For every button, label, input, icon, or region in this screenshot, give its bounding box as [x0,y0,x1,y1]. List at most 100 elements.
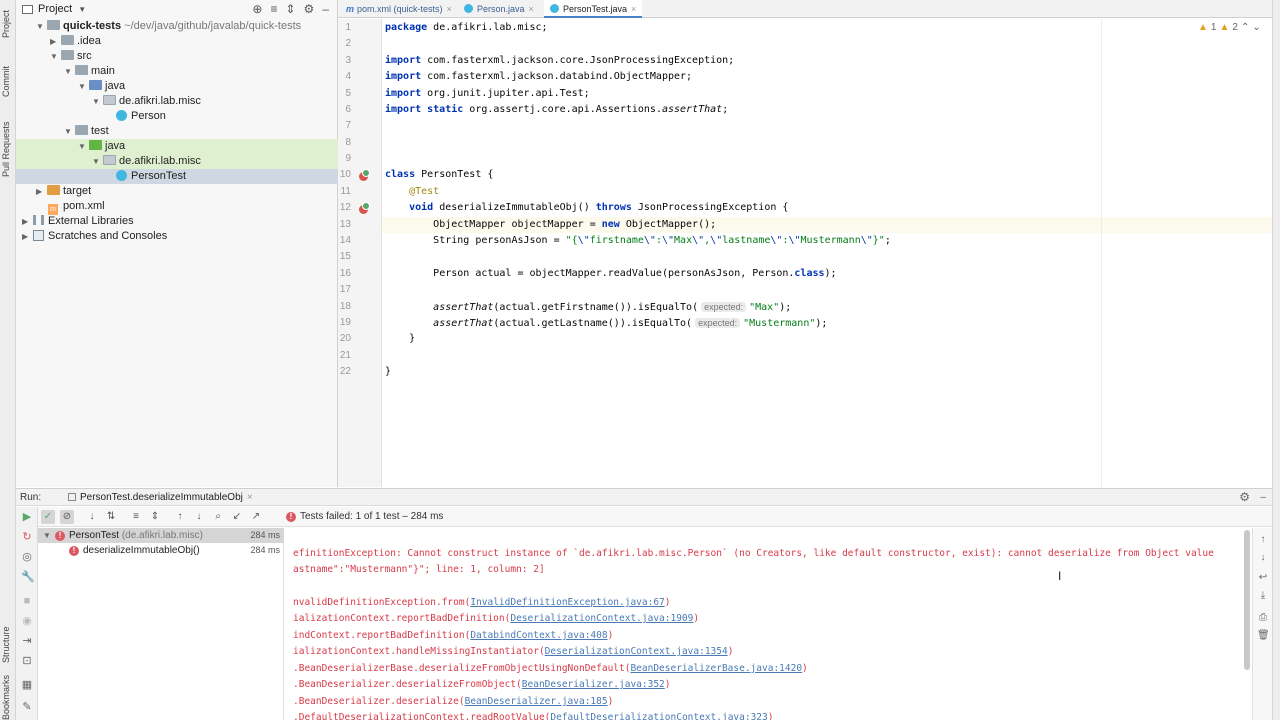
stop-icon[interactable]: ■ [21,595,33,607]
inspection-widget[interactable]: ▲ 1 ▲ 2 ⌃ ⌄ [1198,22,1261,33]
folder-icon [75,65,88,75]
more-icon[interactable]: ✎ [21,701,33,713]
scroll-to-end-icon[interactable]: ⤓ [1257,590,1269,602]
tool-tab-bookmarks[interactable]: Bookmarks [1,675,15,720]
source-link[interactable]: BeanDeserializer.java:185 [465,696,608,707]
next-failed-icon[interactable]: ↓ [192,510,206,524]
tree-row-test-package[interactable]: ▼ de.afikri.lab.misc [16,154,338,169]
run-label: Run: [20,492,42,503]
rerun-failed-icon[interactable]: ↻ [21,531,33,543]
collapse-all-icon[interactable]: ⇕ [148,510,162,524]
console-output[interactable]: efinitionException: Cannot construct ins… [284,528,1246,720]
sort-by-duration-icon[interactable]: ⇅ [104,510,118,524]
wrench-icon[interactable]: 🔧 [21,571,35,583]
history-icon[interactable]: ⌕ [211,510,225,524]
source-link[interactable]: DeserializationContext.java:1909 [510,613,693,624]
collapse-all-icon[interactable]: ⇕ [285,2,295,16]
chevron-down-icon[interactable]: ⌄ [1252,22,1260,33]
close-icon[interactable]: × [631,4,636,14]
tree-row-main[interactable]: ▼ main [16,64,338,79]
trash-icon[interactable]: 🗑 [1257,630,1270,642]
code-line: @Test [409,186,440,197]
expand-all-icon[interactable]: ≡ [270,2,277,16]
code-line: Person actual = objectMapper.readValue(p… [433,268,837,279]
run-test-gutter-icon[interactable] [359,202,370,214]
tree-row-quick-tests[interactable]: ▼ quick-tests ~/dev/java/github/javalab/… [16,19,338,34]
export-icon[interactable]: ↗ [249,510,263,524]
tree-row-external-libraries[interactable]: ▶ External Libraries [16,214,338,229]
tree-row-pom[interactable]: m pom.xml [16,199,338,215]
tree-row-main-java[interactable]: ▼ java [16,79,338,94]
gear-icon[interactable]: ⚙ [1239,489,1250,506]
tab-persontest-java[interactable]: PersonTest.java × [544,0,643,18]
line-number: 19 [339,317,351,328]
chevron-down-icon[interactable]: ▼ [78,5,86,14]
tree-row-idea[interactable]: ▶ .idea [16,34,338,49]
print-icon[interactable]: ⎙ [1257,612,1269,624]
show-ignored-icon[interactable]: ⊘ [60,510,74,524]
console-line: efinitionException: Cannot construct ins… [293,548,1214,559]
tool-tab-pull-requests[interactable]: Pull Requests [1,118,15,180]
chevron-up-icon[interactable]: ⌃ [1241,22,1249,33]
run-tab[interactable]: PersonTest.deserializeImmutableObj × [62,489,253,506]
source-link[interactable]: DeserializationContext.java:1354 [545,646,728,657]
line-number: 1 [345,22,351,33]
previous-failed-icon[interactable]: ↑ [173,510,187,524]
tree-row-src[interactable]: ▼ src [16,49,338,64]
stack-frame: .BeanDeserializerBase.deserializeFromObj… [293,663,808,674]
folder-icon [61,50,74,60]
camera-icon[interactable]: ◉ [21,615,33,627]
locate-icon[interactable]: ⊕ [252,2,262,16]
run-config-icon [68,493,76,501]
source-link[interactable]: BeanDeserializer.java:352 [522,679,665,690]
source-link[interactable]: DefaultDeserializationContext.java:323 [550,712,767,720]
line-number: 3 [345,55,351,66]
tool-tab-project[interactable]: Project [1,4,15,44]
tree-row-test-java[interactable]: ▼ java [16,139,338,154]
tree-row-person[interactable]: Person [16,109,338,124]
tab-person-java[interactable]: Person.java × [458,0,540,18]
hide-icon[interactable]: – [322,2,329,16]
maven-icon: m [346,4,355,14]
stack-frame: ializationContext.handleMissingInstantia… [293,646,734,657]
source-link[interactable]: DatabindContext.java:408 [470,630,607,641]
gear-icon[interactable]: ⚙ [304,2,315,16]
line-number: 12 [339,202,351,213]
code-editor[interactable]: package de.afikri.lab.misc; import com.f… [382,19,1272,487]
run-test-gutter-icon[interactable] [359,169,370,181]
tree-row-test[interactable]: ▼ test [16,124,338,139]
import-tests-icon[interactable]: ↙ [230,510,244,524]
restore-layout-icon[interactable]: ⊡ [21,655,33,667]
sort-alphabetically-icon[interactable]: ↓ [85,510,99,524]
expand-all-icon[interactable]: ≡ [129,510,143,524]
tree-row-main-package[interactable]: ▼ de.afikri.lab.misc [16,94,338,109]
tree-row-persontest[interactable]: PersonTest [16,169,338,184]
tool-tab-structure[interactable]: Structure [1,620,15,670]
test-row-method[interactable]: ! deserializeImmutableObj() 284 ms [38,543,284,558]
source-link[interactable]: InvalidDefinitionException.java:67 [470,597,664,608]
pin-icon[interactable]: ▦ [21,679,33,691]
right-tool-strip [1272,0,1280,720]
console-scrollbar[interactable] [1244,530,1250,670]
toggle-auto-test-icon[interactable]: ◎ [21,551,33,563]
error-icon: ! [69,546,79,556]
arrow-down-icon[interactable]: ↓ [1257,552,1269,564]
close-icon[interactable]: × [247,492,253,503]
exit-icon[interactable]: ⇥ [21,635,33,647]
close-icon[interactable]: × [447,4,452,14]
hide-icon[interactable]: – [1260,489,1266,506]
test-row-class[interactable]: ▼ ! PersonTest (de.afikri.lab.misc) 284 m… [38,528,284,543]
close-icon[interactable]: × [529,4,534,14]
tree-row-scratches[interactable]: ▶ Scratches and Consoles [16,229,338,244]
code-line: String personAsJson = "{\"firstname\":\"… [433,235,891,246]
tool-tab-commit[interactable]: Commit [1,60,15,104]
source-link[interactable]: BeanDeserializerBase.java:1420 [630,663,802,674]
console-line: astname":"Mustermann"}"; line: 1, column… [293,564,545,575]
stack-frame: .BeanDeserializer.deserialize(BeanDeseri… [293,696,614,707]
tree-row-target[interactable]: ▶ target [16,184,338,199]
tab-pom-xml[interactable]: m pom.xml (quick-tests) × [340,0,458,18]
rerun-icon[interactable]: ▶ [21,511,33,523]
arrow-up-icon[interactable]: ↑ [1257,534,1269,546]
show-passed-icon[interactable]: ✓ [41,510,55,524]
soft-wrap-icon[interactable]: ↩ [1257,572,1269,584]
